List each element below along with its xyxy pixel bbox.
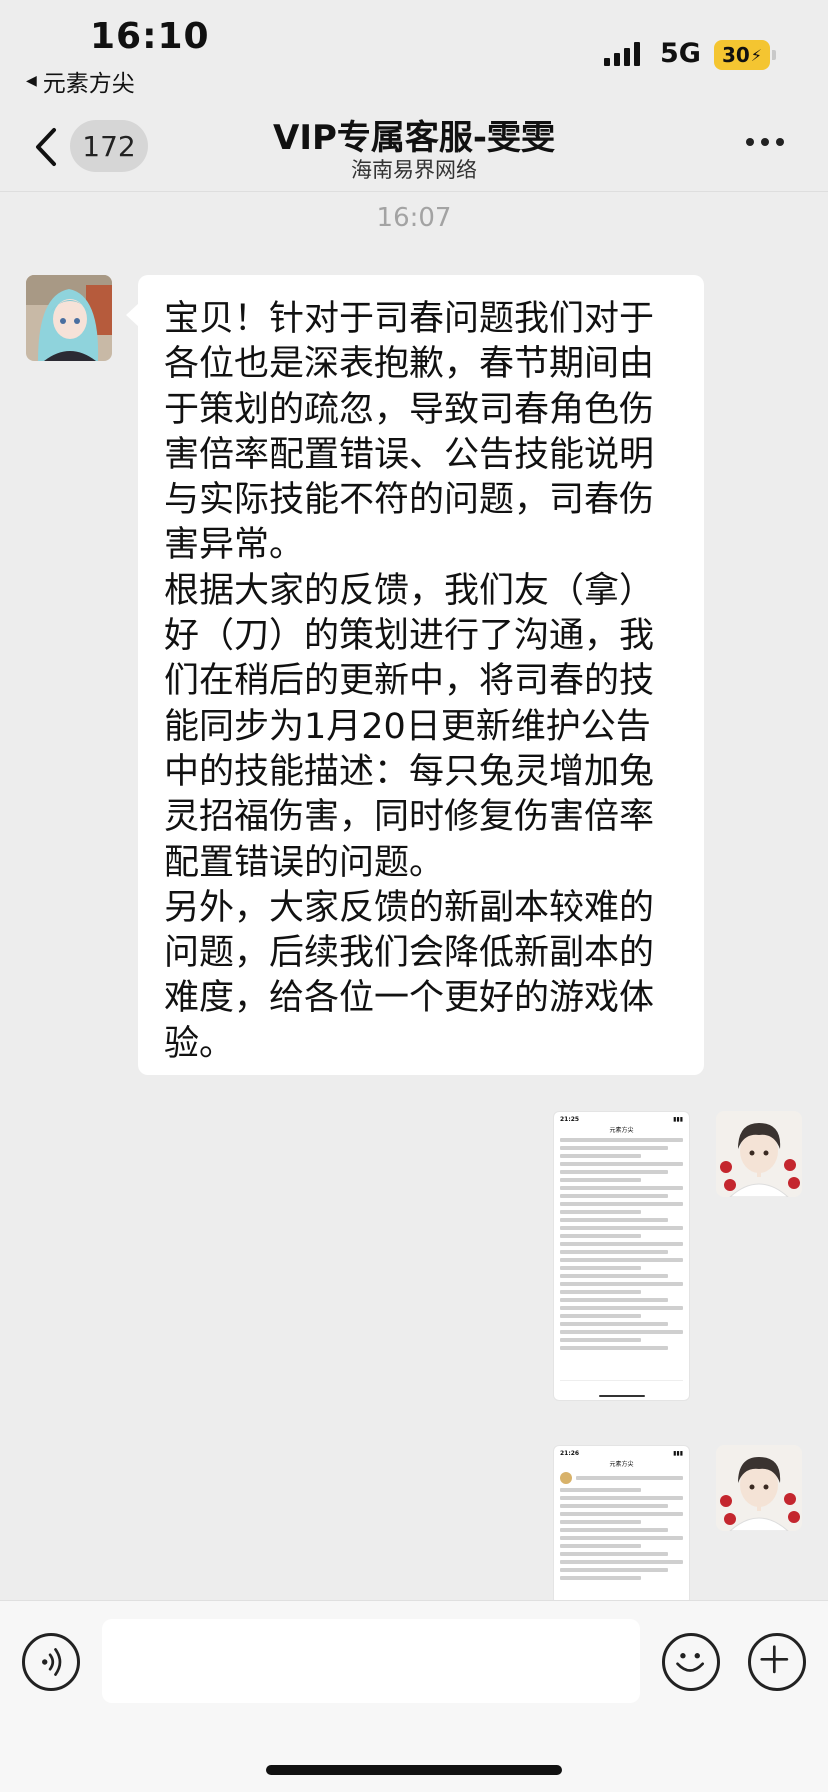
image-message[interactable]: 21:26 ▮▮▮ 元素方尖 bbox=[553, 1445, 690, 1600]
screenshot-signal: ▮▮▮ bbox=[673, 1116, 683, 1123]
message-timestamp: 16:07 bbox=[376, 203, 452, 233]
signal-icon bbox=[604, 42, 640, 66]
screenshot-home-bar bbox=[599, 1395, 645, 1397]
screenshot-time: 21:25 bbox=[560, 1116, 580, 1123]
status-bar: 16:10 ◀ 元素方尖 5G 30 ⚡ bbox=[0, 0, 828, 100]
screenshot-statusbar: 21:25 ▮▮▮ bbox=[554, 1112, 689, 1123]
chat-subtitle: 海南易界网络 bbox=[351, 158, 477, 182]
status-time: 16:10 bbox=[90, 16, 210, 57]
user-avatar[interactable] bbox=[716, 1445, 802, 1531]
screenshot-time: 21:26 bbox=[560, 1450, 580, 1457]
screenshot-title: 元素方尖 bbox=[609, 1127, 634, 1134]
charging-bolt-icon: ⚡ bbox=[750, 45, 763, 65]
screenshot-avatar bbox=[560, 1472, 572, 1484]
network-type: 5G bbox=[660, 38, 701, 69]
user-avatar[interactable] bbox=[716, 1111, 802, 1197]
message-bubble[interactable]: 宝贝！针对于司春问题我们对于各位也是深表抱歉，春节期间由于策划的疏忽，导致司春角… bbox=[126, 275, 704, 1075]
battery-level: 30 bbox=[721, 43, 750, 67]
agent-avatar[interactable] bbox=[26, 275, 112, 361]
screenshot-statusbar: 21:26 ▮▮▮ bbox=[554, 1446, 689, 1457]
back-app-label: 元素方尖 bbox=[42, 71, 135, 97]
emoji-icon[interactable] bbox=[662, 1633, 720, 1691]
back-triangle-icon: ◀ bbox=[26, 73, 37, 89]
message-paragraph: 根据大家的反馈，我们友（拿）好（刀）的策划进行了沟通，我们在稍后的更新中，将司春… bbox=[164, 570, 655, 883]
message-input[interactable] bbox=[102, 1619, 640, 1703]
back-to-app-link[interactable]: ◀ 元素方尖 bbox=[26, 64, 135, 98]
plus-icon[interactable] bbox=[748, 1633, 806, 1691]
more-icon[interactable] bbox=[746, 138, 784, 146]
screenshot-title: 元素方尖 bbox=[609, 1461, 634, 1468]
message-paragraph: 另外，大家反馈的新副本较难的问题，后续我们会降低新副本的难度，给各位一个更好的游… bbox=[164, 887, 655, 1064]
image-message[interactable]: 21:25 ▮▮▮ 元素方尖 bbox=[553, 1111, 690, 1401]
screenshot-signal: ▮▮▮ bbox=[673, 1450, 683, 1457]
home-indicator bbox=[266, 1765, 562, 1775]
screenshot-input-bar bbox=[560, 1380, 683, 1392]
message-paragraph: 宝贝！针对于司春问题我们对于各位也是深表抱歉，春节期间由于策划的疏忽，导致司春角… bbox=[164, 299, 655, 566]
composer-bar bbox=[0, 1600, 828, 1792]
battery-indicator: 30 ⚡ bbox=[714, 40, 770, 70]
chat-title: VIP专属客服-雯雯 bbox=[273, 118, 555, 158]
battery-tip bbox=[772, 50, 776, 60]
message-list[interactable]: 16:07 宝贝！针对于司春问题我们对于各位也是深表抱歉，春节期间由于策划的疏忽… bbox=[0, 193, 828, 1600]
chat-header: 172 VIP专属客服-雯雯 海南易界网络 bbox=[0, 100, 828, 192]
voice-icon[interactable] bbox=[22, 1633, 80, 1691]
